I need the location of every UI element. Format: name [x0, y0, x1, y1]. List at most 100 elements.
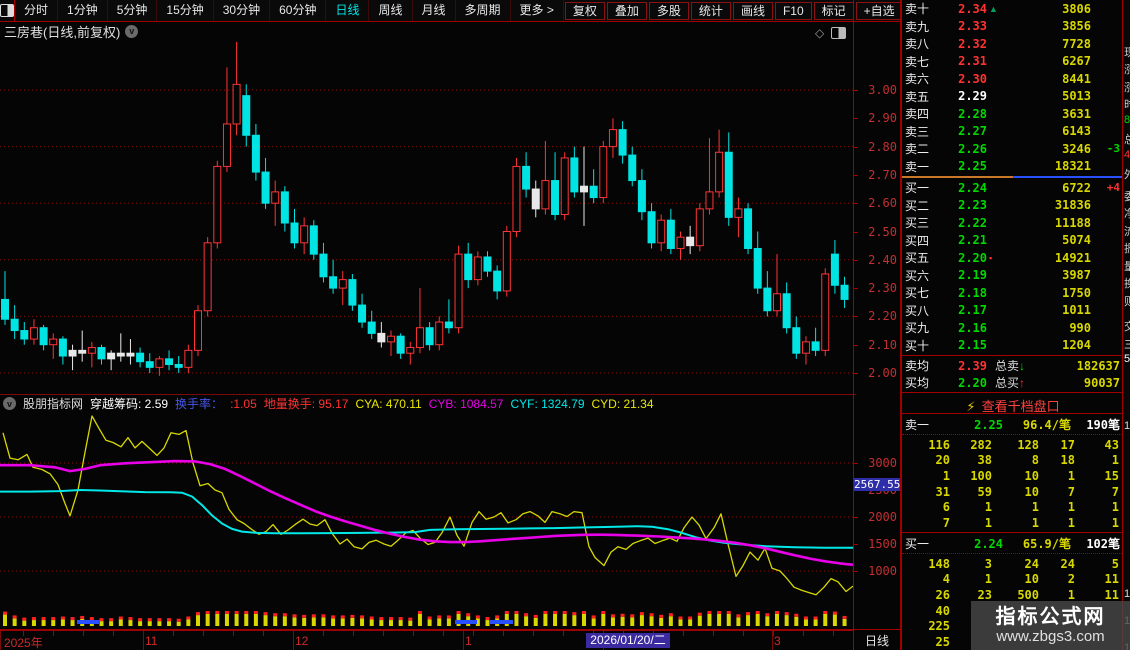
candle: [590, 169, 597, 203]
candle: [349, 274, 356, 311]
candle: [416, 288, 423, 353]
candle: [310, 220, 317, 260]
sell-level-row[interactable]: 卖五2.295013: [902, 88, 1124, 106]
queue-cell: 15: [1075, 469, 1119, 483]
tab-15min[interactable]: 15分钟: [157, 0, 213, 21]
tab-5min[interactable]: 5分钟: [108, 0, 158, 21]
level-price: 2.18: [939, 286, 987, 300]
tab-30min[interactable]: 30分钟: [214, 0, 270, 21]
axis-tick: [854, 175, 858, 176]
level-volume: 8441: [1001, 72, 1091, 86]
candle: [175, 356, 182, 373]
stats-button[interactable]: 统计: [691, 2, 731, 20]
clipped-text: 8: [1124, 114, 1130, 126]
sell-level-row[interactable]: 卖四2.283631: [902, 105, 1124, 123]
candle: [802, 336, 809, 364]
tab-day[interactable]: 日线: [326, 0, 369, 21]
tab-more[interactable]: 更多 >: [511, 0, 564, 21]
queue-cell: 10: [992, 485, 1039, 499]
queue-cell: 31: [902, 485, 950, 499]
tab-1min[interactable]: 1分钟: [58, 0, 108, 21]
window-split-icon[interactable]: [0, 0, 15, 21]
tab-month[interactable]: 月线: [413, 0, 456, 21]
level-label: 买四: [902, 232, 939, 249]
buy-level-row[interactable]: 买四2.215074: [902, 232, 1124, 250]
buy-level-row[interactable]: 买十2.151204: [902, 337, 1124, 355]
buy-level-row[interactable]: 买三2.2211188: [902, 214, 1124, 232]
candle: [764, 271, 771, 316]
axis-tick: [854, 90, 858, 91]
panel-layout-icon[interactable]: [831, 27, 846, 39]
queue-label: 买一: [902, 535, 943, 552]
sell-level-row[interactable]: 卖八2.327728: [902, 35, 1124, 53]
indicator-chart[interactable]: [0, 412, 853, 610]
date-tick: [203, 631, 204, 636]
level-price: 2.24: [939, 181, 987, 195]
sell-level-row[interactable]: 卖九2.333856: [902, 18, 1124, 36]
buy-level-row[interactable]: 买九2.16990: [902, 319, 1124, 337]
tab-60min[interactable]: 60分钟: [270, 0, 326, 21]
overlay-button[interactable]: 叠加: [607, 2, 647, 20]
sell-queue-row: 31591077: [902, 484, 1124, 500]
tab-week[interactable]: 周线: [369, 0, 412, 21]
sell-queue-row: 20388181: [902, 453, 1124, 469]
chevron-down-icon[interactable]: v: [125, 25, 138, 38]
candle: [388, 331, 395, 356]
buy-level-row[interactable]: 买七2.181750: [902, 284, 1124, 302]
tab-multi-period[interactable]: 多周期: [456, 0, 511, 21]
queue-cell: 59: [950, 485, 992, 499]
queue-cell: 25: [902, 635, 950, 649]
volume-blue-marker: [490, 620, 513, 624]
queue-cell: 1: [992, 500, 1039, 514]
level-price: 2.33: [939, 19, 987, 33]
candle: [146, 353, 153, 373]
candle: [291, 209, 298, 249]
sell-level-row[interactable]: 卖三2.276143: [902, 123, 1124, 141]
indicator-chevron-icon[interactable]: v: [3, 397, 16, 410]
queue-cell: 5: [1075, 557, 1119, 571]
sell-level-row[interactable]: 卖一2.2518321: [902, 158, 1124, 176]
sell-level-row[interactable]: 卖七2.316267: [902, 53, 1124, 71]
indicator-value-3: :1.05: [230, 397, 257, 411]
queue-count: 102笔: [1071, 535, 1124, 552]
date-tick: [353, 631, 354, 636]
tab-fenshi[interactable]: 分时: [15, 0, 58, 21]
sell-level-row[interactable]: 卖二2.263246-3: [902, 140, 1124, 158]
date-tick: [113, 631, 114, 636]
buy-level-row[interactable]: 买五2.20▪14921: [902, 249, 1124, 267]
date-axis[interactable]: 2025年1112132026/01/20/二: [0, 630, 853, 650]
fuquan-button[interactable]: 复权: [565, 2, 605, 20]
clipped-text: 交: [1124, 318, 1130, 334]
date-tick: [83, 631, 84, 636]
queue-label: 卖一: [902, 416, 943, 433]
buy-level-row[interactable]: 买二2.2331836: [902, 197, 1124, 215]
level-price: 2.32: [939, 37, 987, 51]
buy-level-row[interactable]: 买一2.246722+4: [902, 179, 1124, 197]
total-volume: 182637: [1025, 359, 1124, 373]
level-change: +4: [1091, 181, 1124, 194]
f10-button[interactable]: F10: [775, 2, 812, 20]
buy-level-row[interactable]: 买八2.171011: [902, 302, 1124, 320]
candle: [301, 217, 308, 254]
date-tick: [443, 631, 444, 636]
candlestick-chart[interactable]: [0, 40, 853, 393]
clipped-text: 委: [1124, 188, 1130, 204]
indicator-axis-label: 2000: [868, 510, 897, 524]
queue-cell: 148: [902, 557, 950, 571]
queue-cell: 128: [992, 438, 1039, 452]
multi-stock-button[interactable]: 多股: [649, 2, 689, 20]
date-divider: [463, 631, 464, 650]
level-volume: 3806: [1001, 2, 1091, 16]
buy-level-row[interactable]: 买六2.193987: [902, 267, 1124, 285]
date-label: 1: [465, 634, 472, 648]
candle: [11, 305, 18, 339]
price-axis-label: 2.30: [868, 281, 897, 295]
draw-button[interactable]: 画线: [733, 2, 773, 20]
level-price: 2.31: [939, 54, 987, 68]
mark-button[interactable]: 标记: [814, 2, 854, 20]
sell-level-row[interactable]: 卖六2.308441: [902, 70, 1124, 88]
diamond-icon[interactable]: ◇: [815, 26, 824, 40]
sell-level-row[interactable]: 卖十2.34▲3806: [902, 0, 1124, 18]
date-label: 3: [774, 634, 781, 648]
candle: [552, 152, 559, 220]
